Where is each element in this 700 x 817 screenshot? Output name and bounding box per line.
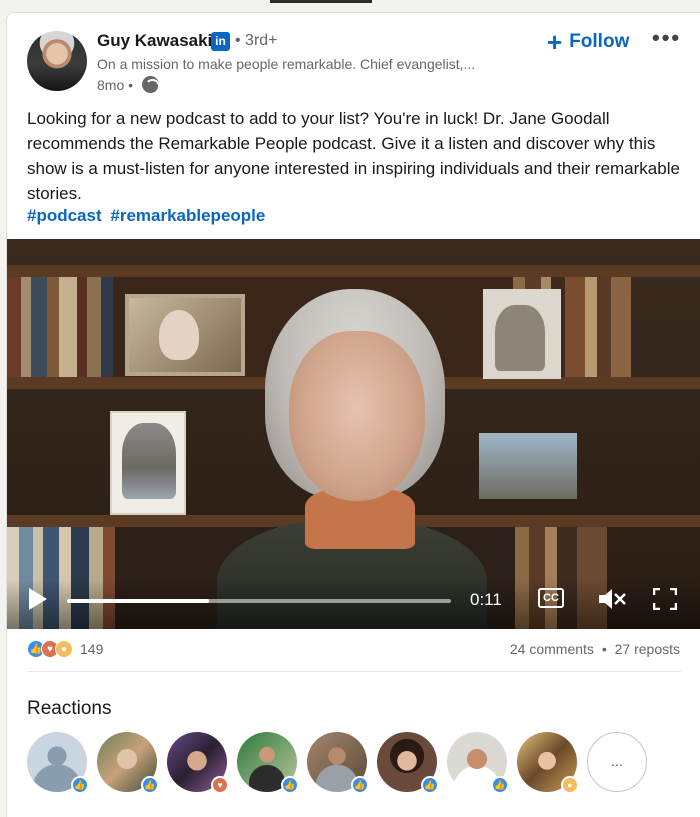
social-counts: 24 comments • 27 reposts: [510, 641, 680, 657]
more-options-icon[interactable]: •••: [652, 25, 681, 51]
video-controls: 0:11 CC: [7, 579, 700, 629]
progress-fill: [67, 599, 210, 603]
reactor-avatar[interactable]: 👍: [447, 732, 509, 794]
reaction-count[interactable]: 149: [80, 641, 103, 657]
hashtag-link[interactable]: #podcast: [27, 206, 102, 225]
captions-icon[interactable]: CC: [538, 588, 564, 608]
separator: •: [601, 641, 607, 657]
reactor-avatar[interactable]: 👍: [377, 732, 439, 794]
play-icon[interactable]: [29, 588, 47, 610]
elephant-photo: [479, 433, 577, 499]
post-time: 8mo •: [97, 77, 134, 93]
video-player[interactable]: 0:11 CC: [7, 239, 700, 629]
reactions-heading: Reactions: [27, 698, 112, 719]
like-icon: 👍: [351, 776, 369, 794]
connection-degree: • 3rd+: [235, 32, 278, 49]
like-icon: 👍: [141, 776, 159, 794]
reactor-avatar[interactable]: 👍: [237, 732, 299, 794]
bookshelf: [7, 265, 700, 277]
donkey-photo: [110, 411, 186, 515]
comments-count[interactable]: 24 comments: [510, 641, 594, 657]
reactor-avatar[interactable]: 👍: [97, 732, 159, 794]
hashtag-link[interactable]: #remarkablepeople: [110, 206, 265, 225]
like-icon: 👍: [421, 776, 439, 794]
reposts-count[interactable]: 27 reposts: [615, 641, 680, 657]
like-icon: 👍: [491, 776, 509, 794]
author-avatar[interactable]: [27, 31, 87, 91]
reactor-avatar[interactable]: 👍: [27, 732, 89, 794]
love-icon: ♥: [211, 776, 229, 794]
follow-button[interactable]: + Follow: [547, 27, 629, 57]
author-headline: On a mission to make people remarkable. …: [97, 56, 476, 72]
fullscreen-icon[interactable]: [653, 588, 677, 610]
more-reactions-button[interactable]: ...: [587, 732, 647, 792]
reactor-avatar[interactable]: ●: [517, 732, 579, 794]
follow-label: Follow: [569, 31, 630, 52]
speaker: [217, 279, 487, 629]
reactor-avatar[interactable]: 👍: [307, 732, 369, 794]
globe-icon: [142, 76, 160, 94]
like-icon: 👍: [281, 776, 299, 794]
like-icon: 👍: [71, 776, 89, 794]
reaction-summary-icons[interactable]: 👍 ♥ ●: [27, 640, 73, 658]
insightful-icon: ●: [561, 776, 579, 794]
top-tab-indicator: [270, 0, 372, 3]
plus-icon: +: [547, 27, 563, 57]
video-time: 0:11: [470, 590, 502, 609]
reactor-avatar[interactable]: ♥: [167, 732, 229, 794]
progress-bar[interactable]: [67, 599, 451, 603]
hashtags: #podcast #remarkablepeople: [27, 206, 269, 226]
mute-icon[interactable]: [597, 587, 627, 611]
author-name[interactable]: Guy Kawasaki: [97, 31, 212, 51]
post-text: Looking for a new podcast to add to your…: [27, 109, 680, 203]
insightful-icon: ●: [55, 640, 73, 658]
linkedin-premium-icon: in: [211, 32, 230, 51]
photo: [483, 289, 561, 379]
feed-post-card: Guy Kawasaki in • 3rd+ On a mission to m…: [6, 12, 700, 817]
divider: [27, 671, 681, 672]
